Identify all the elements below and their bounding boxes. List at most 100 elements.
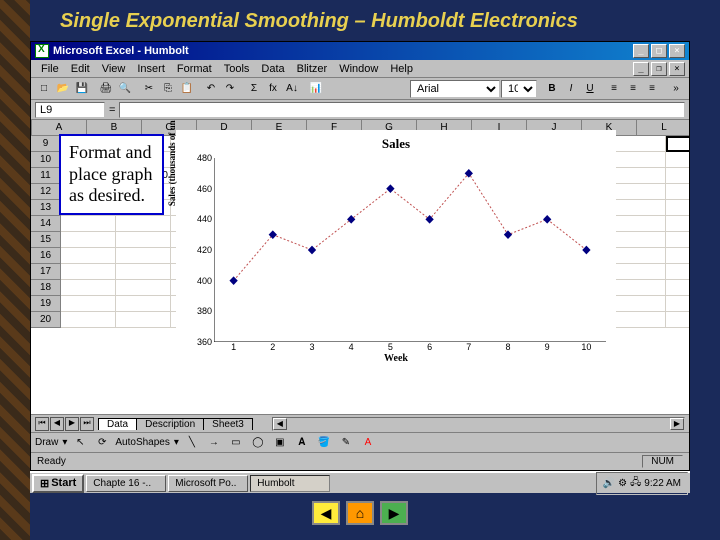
font-size-select[interactable]: 10 <box>501 80 537 98</box>
menu-window[interactable]: Window <box>333 62 384 75</box>
align-right-icon[interactable]: ≡ <box>643 80 661 98</box>
tab-next-icon[interactable]: ▶ <box>65 417 79 431</box>
draw-menu[interactable]: Draw <box>35 437 58 448</box>
tray-icon[interactable]: ⚙ <box>618 478 627 489</box>
textbox-icon[interactable]: ▣ <box>271 434 289 452</box>
open-icon[interactable]: 📂 <box>54 80 72 98</box>
row-headers: 9 10 11 12 13 14 15 16 17 18 19 20 <box>31 136 61 328</box>
menu-format[interactable]: Format <box>171 62 218 75</box>
preview-icon[interactable]: 🔍 <box>116 80 134 98</box>
paste-icon[interactable]: 📋 <box>178 80 196 98</box>
rotate-icon[interactable]: ⟳ <box>93 434 111 452</box>
copy-icon[interactable]: ⎘ <box>159 80 177 98</box>
embedded-chart[interactable]: Sales Sales (thousands of units) 3603804… <box>176 130 616 370</box>
tab-prev-icon[interactable]: ◀ <box>50 417 64 431</box>
tray-icon[interactable]: 🖧 <box>630 475 641 492</box>
menu-blitzer[interactable]: Blitzer <box>291 62 334 75</box>
name-box[interactable]: L9 <box>35 102 105 118</box>
sheet-tab-sheet3[interactable]: Sheet3 <box>203 418 253 430</box>
more-icon[interactable]: » <box>667 80 685 98</box>
tray-icon[interactable]: 🔊 <box>603 478 615 489</box>
undo-icon[interactable]: ↶ <box>202 80 220 98</box>
wordart-icon[interactable]: 𝐀 <box>293 434 311 452</box>
menu-edit[interactable]: Edit <box>65 62 96 75</box>
menu-help[interactable]: Help <box>384 62 419 75</box>
col-header[interactable]: A <box>32 120 87 135</box>
align-left-icon[interactable]: ≡ <box>605 80 623 98</box>
doc-restore-button[interactable]: ❐ <box>651 62 667 76</box>
prev-slide-button[interactable]: ◀ <box>312 501 340 525</box>
arrow-icon[interactable]: → <box>205 434 223 452</box>
sheet-tab-data[interactable]: Data <box>98 418 137 430</box>
chart-plot-area <box>214 158 606 342</box>
autosum-icon[interactable]: Σ <box>245 80 263 98</box>
menu-insert[interactable]: Insert <box>131 62 171 75</box>
font-color-icon[interactable]: A <box>359 434 377 452</box>
clock: 9:22 AM <box>644 478 681 489</box>
underline-button[interactable]: U <box>581 80 599 98</box>
start-button[interactable]: ⊞ Start <box>32 474 84 493</box>
status-num: NUM <box>642 455 683 468</box>
select-objects-icon[interactable]: ↖ <box>71 434 89 452</box>
row-header[interactable]: 10 <box>31 152 61 168</box>
row-header[interactable]: 15 <box>31 232 61 248</box>
scroll-left-icon[interactable]: ◀ <box>273 418 287 430</box>
x-ticks: 12345678910 <box>214 342 606 354</box>
row-header[interactable]: 12 <box>31 184 61 200</box>
row-header[interactable]: 9 <box>31 136 61 152</box>
sort-asc-icon[interactable]: A↓ <box>283 80 301 98</box>
col-header[interactable]: B <box>87 120 142 135</box>
cut-icon[interactable]: ✂ <box>140 80 158 98</box>
tab-last-icon[interactable]: ⏭ <box>80 417 94 431</box>
row-header[interactable]: 14 <box>31 216 61 232</box>
menu-file[interactable]: File <box>35 62 65 75</box>
doc-minimize-button[interactable]: _ <box>633 62 649 76</box>
menu-tools[interactable]: Tools <box>218 62 256 75</box>
redo-icon[interactable]: ↷ <box>221 80 239 98</box>
row-header[interactable]: 18 <box>31 280 61 296</box>
decorative-left-stripe <box>0 0 30 540</box>
row-header[interactable]: 19 <box>31 296 61 312</box>
formula-input[interactable] <box>119 102 685 118</box>
line-icon[interactable]: ╲ <box>183 434 201 452</box>
slide-title: Single Exponential Smoothing – Humboldt … <box>0 0 720 41</box>
fill-color-icon[interactable]: 🪣 <box>315 434 333 452</box>
doc-close-button[interactable]: × <box>669 62 685 76</box>
minimize-button[interactable]: _ <box>633 44 649 58</box>
sheet-area: A B C D E F G H I J K L 9 10 11 12 13 14… <box>31 120 689 414</box>
print-icon[interactable]: 🖨 <box>97 80 115 98</box>
taskbar-item[interactable]: Chapte 16 -.. <box>86 475 166 492</box>
taskbar-item[interactable]: Microsoft Po.. <box>168 475 248 492</box>
next-slide-button[interactable]: ▶ <box>380 501 408 525</box>
autoshapes-menu[interactable]: AutoShapes <box>115 437 170 448</box>
row-header[interactable]: 13 <box>31 200 61 216</box>
row-header[interactable]: 17 <box>31 264 61 280</box>
window-title: Microsoft Excel - Humbolt <box>53 45 633 57</box>
line-color-icon[interactable]: ✎ <box>337 434 355 452</box>
maximize-button[interactable]: □ <box>651 44 667 58</box>
col-header[interactable]: L <box>637 120 689 135</box>
save-icon[interactable]: 💾 <box>73 80 91 98</box>
close-button[interactable]: × <box>669 44 685 58</box>
italic-button[interactable]: I <box>562 80 580 98</box>
rectangle-icon[interactable]: ▭ <box>227 434 245 452</box>
menu-data[interactable]: Data <box>255 62 290 75</box>
font-name-select[interactable]: Arial <box>410 80 500 98</box>
row-header[interactable]: 20 <box>31 312 61 328</box>
oval-icon[interactable]: ◯ <box>249 434 267 452</box>
sheet-tab-description[interactable]: Description <box>136 418 204 430</box>
function-icon[interactable]: fx <box>264 80 282 98</box>
bold-button[interactable]: B <box>543 80 561 98</box>
system-tray[interactable]: 🔊 ⚙ 🖧 9:22 AM <box>596 472 688 495</box>
align-center-icon[interactable]: ≡ <box>624 80 642 98</box>
chart-icon[interactable]: 📊 <box>307 80 325 98</box>
menu-view[interactable]: View <box>96 62 132 75</box>
tab-first-icon[interactable]: ⏮ <box>35 417 49 431</box>
row-header[interactable]: 11 <box>31 168 61 184</box>
scroll-right-icon[interactable]: ▶ <box>670 418 684 430</box>
taskbar-item-active[interactable]: Humbolt <box>250 475 330 492</box>
new-icon[interactable]: □ <box>35 80 53 98</box>
home-slide-button[interactable]: ⌂ <box>346 501 374 525</box>
row-header[interactable]: 16 <box>31 248 61 264</box>
horizontal-scrollbar[interactable]: ◀ ▶ <box>272 417 685 431</box>
